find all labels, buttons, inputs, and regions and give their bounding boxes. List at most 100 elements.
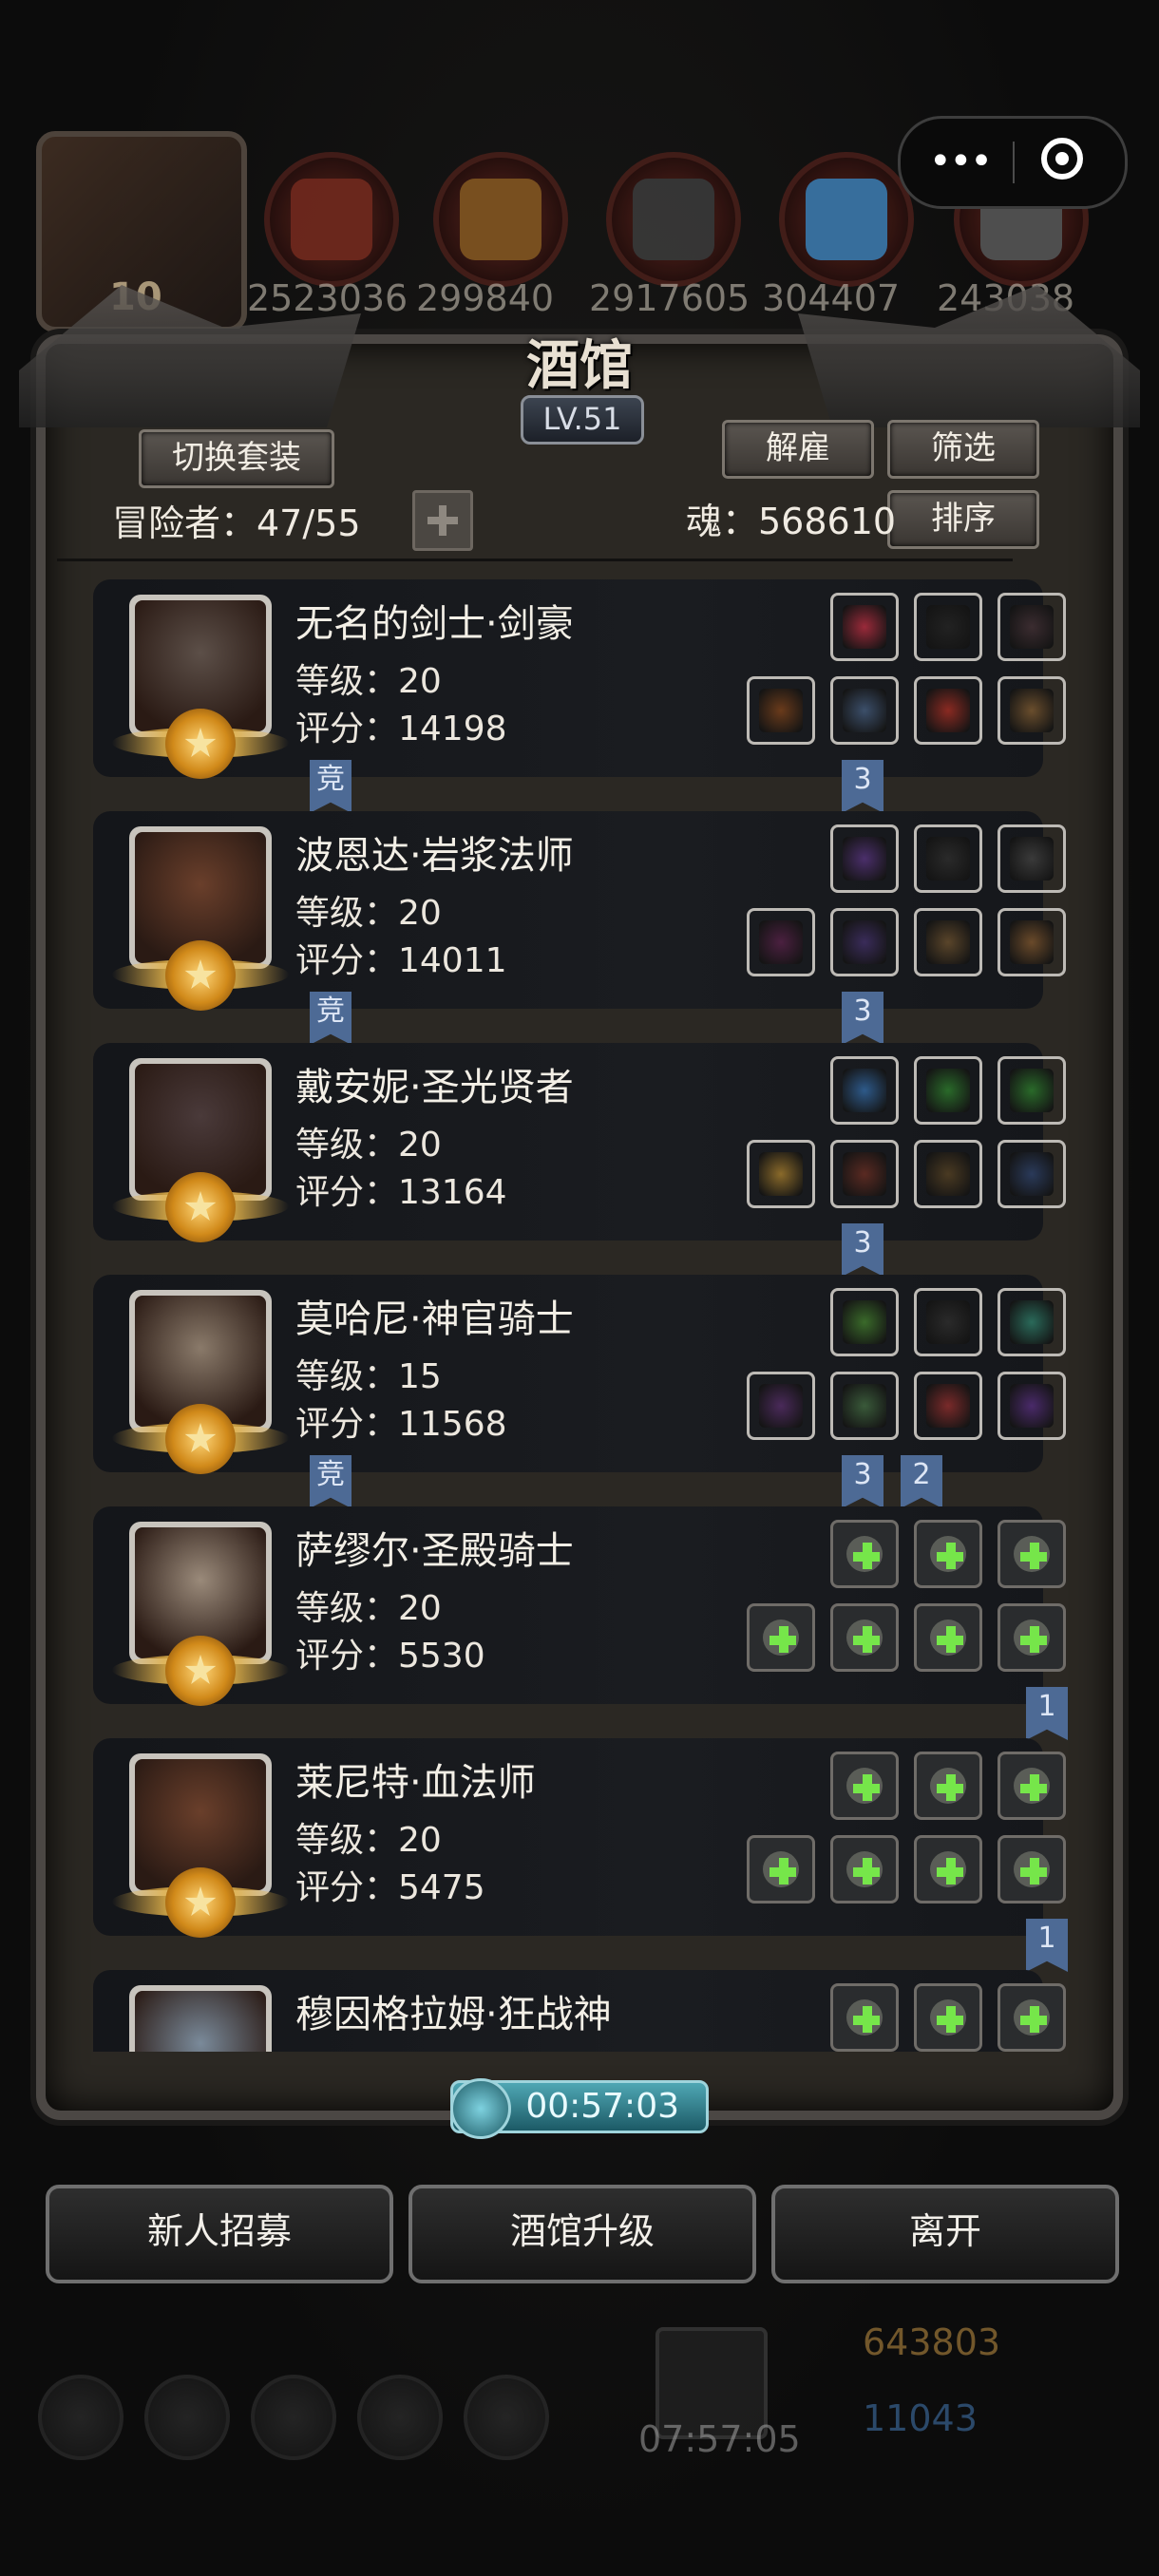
iron-resource-icon[interactable] — [606, 152, 741, 287]
equipment-slot[interactable] — [914, 824, 982, 893]
hero-card[interactable]: 萨缪尔·圣殿骑士 等级：20 评分：5530 1 — [93, 1506, 1068, 1740]
equipment-slot[interactable] — [998, 676, 1066, 745]
empty-equipment-slot[interactable] — [914, 1603, 982, 1672]
sort-button[interactable]: 排序 — [887, 490, 1039, 549]
set-bonus-flag: 3 — [842, 992, 884, 1045]
empty-equipment-slot[interactable] — [830, 1603, 899, 1672]
hero-card[interactable]: 波恩达·岩浆法师 等级：20 评分：14011 竞 3 — [93, 811, 1066, 1045]
empty-equipment-slot[interactable] — [914, 1835, 982, 1904]
hero-portrait[interactable] — [112, 595, 289, 779]
empty-equipment-slot[interactable] — [998, 1752, 1066, 1820]
hero-portrait[interactable] — [129, 1985, 272, 2052]
equipment-slot[interactable] — [998, 1140, 1066, 1208]
equipment-slot[interactable] — [830, 1140, 899, 1208]
empty-equipment-slot[interactable] — [830, 1983, 899, 2052]
equipment-slot[interactable] — [914, 1288, 982, 1356]
hero-portrait[interactable] — [112, 1753, 289, 1938]
empty-equipment-slot[interactable] — [914, 1520, 982, 1588]
guild-icon[interactable] — [251, 2375, 336, 2460]
add-capacity-button[interactable] — [412, 490, 473, 551]
empty-equipment-slot[interactable] — [998, 1520, 1066, 1588]
empty-equipment-slot[interactable] — [998, 1835, 1066, 1904]
hero-card[interactable]: 穆因格拉姆·狂战神 — [93, 1970, 1066, 2052]
equipment-slot[interactable] — [998, 1288, 1066, 1356]
tavern-upgrade-button[interactable]: 酒馆升级 — [408, 2185, 756, 2283]
wood-resource-icon[interactable] — [433, 152, 568, 287]
equipment-slot[interactable] — [747, 676, 815, 745]
hero-portrait[interactable] — [112, 1290, 289, 1474]
equipment-slot[interactable] — [747, 1372, 815, 1440]
equipment-icon — [1010, 1384, 1054, 1428]
equipment-icon — [843, 1069, 886, 1112]
achievement-icon[interactable] — [144, 2375, 230, 2460]
filter-button[interactable]: 筛选 — [887, 420, 1039, 479]
equipment-slot[interactable] — [998, 824, 1066, 893]
equipment-slot[interactable] — [998, 593, 1066, 661]
equipment-slot[interactable] — [830, 593, 899, 661]
hero-name: 萨缪尔·圣殿骑士 — [295, 1529, 574, 1573]
equipment-icon — [1010, 920, 1054, 964]
equipment-slot[interactable] — [747, 1140, 815, 1208]
empty-equipment-slot[interactable] — [998, 1603, 1066, 1672]
switch-outfit-button[interactable]: 切换套装 — [139, 429, 334, 488]
hero-card[interactable]: 无名的剑士·剑豪 等级：20 评分：14198 竞 3 — [93, 579, 1066, 813]
shop-icon[interactable] — [464, 2375, 549, 2460]
hero-card[interactable]: 戴安妮·圣光贤者 等级：20 评分：13164 3 — [93, 1043, 1066, 1277]
close-target-icon[interactable] — [1041, 138, 1083, 180]
hero-portrait[interactable] — [112, 1058, 289, 1242]
mail-icon[interactable] — [357, 2375, 443, 2460]
leave-button[interactable]: 离开 — [771, 2185, 1119, 2283]
equipment-slot[interactable] — [830, 1288, 899, 1356]
hero-portrait[interactable] — [112, 1522, 289, 1706]
equipment-slot[interactable] — [998, 1056, 1066, 1125]
add-equipment-icon — [930, 1619, 966, 1656]
empty-equipment-slot[interactable] — [830, 1520, 899, 1588]
panel-title: 酒馆 — [526, 335, 633, 397]
empty-equipment-slot[interactable] — [747, 1835, 815, 1904]
empty-equipment-slot[interactable] — [998, 1983, 1066, 2052]
equipment-slot[interactable] — [914, 1140, 982, 1208]
equipment-slot[interactable] — [914, 908, 982, 976]
hero-level: 等级：20 — [295, 662, 442, 701]
equipment-slot[interactable] — [998, 1372, 1066, 1440]
equipment-slot[interactable] — [830, 1056, 899, 1125]
ore-value: 2523036 — [247, 277, 408, 319]
hero-card[interactable]: 莱尼特·血法师 等级：20 评分：5475 1 — [93, 1738, 1068, 1972]
equipment-icon — [926, 605, 970, 649]
mini-program-capsule: ••• — [898, 116, 1128, 209]
equipment-slot[interactable] — [914, 593, 982, 661]
hero-score: 评分：5530 — [295, 1637, 485, 1676]
add-equipment-icon — [1014, 1999, 1050, 2036]
equipment-slot[interactable] — [830, 824, 899, 893]
hero-list[interactable]: 无名的剑士·剑豪 等级：20 评分：14198 竞 3 波恩达·岩浆法师 等级：20 评分：1… — [57, 568, 1102, 2052]
equipment-slot[interactable] — [998, 908, 1066, 976]
empty-equipment-slot[interactable] — [830, 1835, 899, 1904]
equipment-slot[interactable] — [914, 1056, 982, 1125]
equipment-icon — [1010, 1069, 1054, 1112]
hero-portrait[interactable] — [112, 826, 289, 1011]
equipment-slot[interactable] — [830, 908, 899, 976]
ore-icon — [291, 179, 372, 260]
capsule-divider — [1013, 142, 1015, 183]
hero-score: 评分：5475 — [295, 1868, 485, 1907]
equipment-slot[interactable] — [830, 676, 899, 745]
empty-equipment-slot[interactable] — [747, 1603, 815, 1672]
equipment-slot[interactable] — [830, 1372, 899, 1440]
empty-equipment-slot[interactable] — [914, 1983, 982, 2052]
equipment-icon — [759, 1152, 803, 1196]
rank-star-icon — [165, 709, 236, 779]
empty-equipment-slot[interactable] — [914, 1752, 982, 1820]
settings-icon[interactable] — [38, 2375, 124, 2460]
dismiss-button[interactable]: 解雇 — [722, 420, 874, 479]
hero-card[interactable]: 莫哈尼·神官骑士 等级：15 评分：11568 竞 3 2 — [93, 1275, 1066, 1508]
recruit-button[interactable]: 新人招募 — [46, 2185, 393, 2283]
equipment-slot[interactable] — [914, 676, 982, 745]
set-bonus-flag: 2 — [901, 1455, 942, 1508]
equipment-slot[interactable] — [914, 1372, 982, 1440]
crystal-resource-icon[interactable] — [779, 152, 914, 287]
more-icon[interactable]: ••• — [929, 140, 993, 183]
empty-equipment-slot[interactable] — [830, 1752, 899, 1820]
clock-icon — [450, 2078, 511, 2139]
equipment-slot[interactable] — [747, 908, 815, 976]
ore-resource-icon[interactable] — [264, 152, 399, 287]
